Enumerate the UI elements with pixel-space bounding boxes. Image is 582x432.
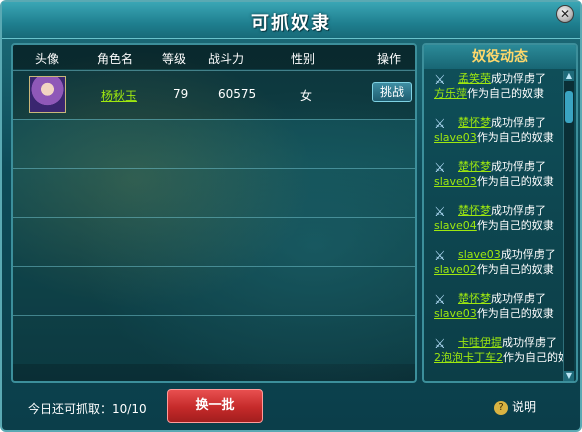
list-item: ⚔ 孟笑荣成功俘虏了 方乐萍作为自己的奴隶 xyxy=(424,71,564,115)
scroll-thumb[interactable] xyxy=(565,91,573,123)
captive-link[interactable]: slave03 xyxy=(434,307,477,320)
captor-link[interactable]: 孟笑荣 xyxy=(458,72,491,85)
avatar xyxy=(29,76,66,113)
captor-link[interactable]: 楚怀梦 xyxy=(458,160,491,173)
entry-verb: 成功俘虏了 xyxy=(500,248,556,261)
scroll-up-icon[interactable]: ▲ xyxy=(564,71,574,81)
title-bar: 可抓奴隶 ✕ xyxy=(2,2,580,39)
entry-verb: 成功俘虏了 xyxy=(491,204,546,217)
help-icon: ? xyxy=(494,400,508,415)
close-icon[interactable]: ✕ xyxy=(556,5,574,23)
player-name-link[interactable]: 杨秋玉 xyxy=(101,87,137,104)
empty-row xyxy=(13,119,415,168)
header-gender: 性别 xyxy=(291,52,316,66)
entry-suffix: 作为自己的奴隶 xyxy=(476,175,554,188)
entry-suffix: 作为自己的奴隶 xyxy=(467,87,544,100)
scroll-down-icon[interactable]: ▼ xyxy=(564,371,574,381)
entry-verb: 成功俘虏了 xyxy=(491,72,546,85)
captor-link[interactable]: 卡哇伊提 xyxy=(458,336,502,349)
header-name: 角色名 xyxy=(97,52,134,66)
entry-verb: 成功俘虏了 xyxy=(502,336,557,349)
challenge-button[interactable]: 挑战 xyxy=(372,82,412,102)
news-feed: ⚔ 孟笑荣成功俘虏了 方乐萍作为自己的奴隶 ⚔ 楚怀梦成功俘虏了 slave03… xyxy=(424,71,564,381)
table-header: 头像 角色名 等级 战斗力 性别 操作 xyxy=(13,45,415,69)
captive-link[interactable]: 2泡泡卡丁车2 xyxy=(434,351,503,364)
list-item: ⚔ 楚怀梦成功俘虏了 slave03作为自己的奴隶 xyxy=(424,291,564,335)
slavery-news-panel: 奴役动态 ⚔ 孟笑荣成功俘虏了 方乐萍作为自己的奴隶 ⚔ 楚怀梦成功俘虏了 sl… xyxy=(422,43,578,383)
dialog-window: 可抓奴隶 ✕ 头像 角色名 等级 战斗力 性别 操作 杨秋玉 79 60575 … xyxy=(0,0,582,432)
list-item: ⚔ 卡哇伊提成功俘虏了 2泡泡卡丁车2作为自己的奴隶 xyxy=(424,335,564,379)
player-gender: 女 xyxy=(300,89,313,103)
captive-link[interactable]: 方乐萍 xyxy=(434,87,467,100)
player-level: 79 xyxy=(173,87,189,101)
help-link[interactable]: ? 说明 xyxy=(494,398,536,415)
entry-verb: 成功俘虏了 xyxy=(491,116,546,129)
help-label: 说明 xyxy=(512,400,537,414)
entry-suffix: 作为自己的奴隶 xyxy=(476,131,554,144)
table-row: 杨秋玉 79 60575 女 挑战 xyxy=(13,70,415,119)
captor-link[interactable]: 楚怀梦 xyxy=(458,292,491,305)
entry-suffix: 作为自己的奴隶 xyxy=(476,263,554,276)
entry-verb: 成功俘虏了 xyxy=(491,160,546,173)
captor-link[interactable]: slave03 xyxy=(458,248,501,261)
player-power: 60575 xyxy=(218,87,257,101)
empty-row xyxy=(13,315,415,364)
list-item: ⚔ slave03成功俘虏了 slave02作为自己的奴隶 xyxy=(424,247,564,291)
refresh-button[interactable]: 换一批 xyxy=(167,389,263,423)
captive-link[interactable]: slave03 xyxy=(434,131,477,144)
dialog-title: 可抓奴隶 xyxy=(251,13,331,34)
news-title: 奴役动态 xyxy=(424,45,576,69)
entry-suffix: 作为自己的奴隶 xyxy=(476,307,554,320)
list-item: ⚔ 楚怀梦成功俘虏了 slave03作为自己的奴隶 xyxy=(424,159,564,203)
entry-verb: 成功俘虏了 xyxy=(491,292,546,305)
slave-table: 头像 角色名 等级 战斗力 性别 操作 杨秋玉 79 60575 女 挑战 xyxy=(11,43,417,383)
captor-link[interactable]: 楚怀梦 xyxy=(458,204,491,217)
captive-link[interactable]: slave04 xyxy=(434,219,477,232)
header-avatar: 头像 xyxy=(35,52,60,66)
entry-suffix: 作为自己的奴隶 xyxy=(476,219,554,232)
empty-row xyxy=(13,266,415,315)
list-item: ⚔ 楚怀梦成功俘虏了 slave04作为自己的奴隶 xyxy=(424,203,564,247)
header-action: 操作 xyxy=(377,52,402,66)
captive-link[interactable]: slave02 xyxy=(434,263,477,276)
news-scrollbar[interactable]: ▲ ▼ xyxy=(563,71,574,381)
list-item: ⚔ 楚怀梦成功俘虏了 slave03作为自己的奴隶 xyxy=(424,115,564,159)
empty-row xyxy=(13,217,415,266)
header-level: 等级 xyxy=(162,52,187,66)
empty-row xyxy=(13,168,415,217)
remaining-count: 今日还可抓取：10/10 xyxy=(28,402,147,416)
header-power: 战斗力 xyxy=(208,52,245,66)
captor-link[interactable]: 楚怀梦 xyxy=(458,116,491,129)
entry-suffix: 作为自己的奴隶 xyxy=(503,351,564,364)
captive-link[interactable]: slave03 xyxy=(434,175,477,188)
